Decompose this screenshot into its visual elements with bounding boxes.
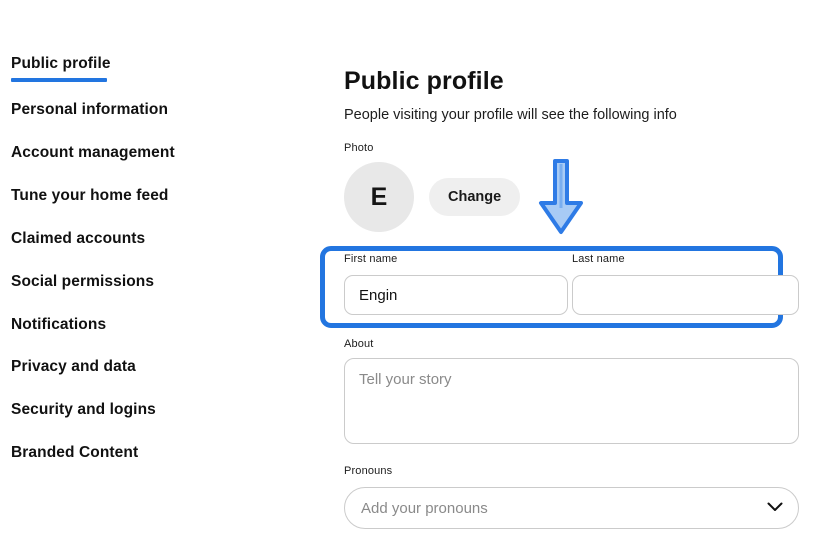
pronouns-select-wrapper: Add your pronouns	[344, 487, 799, 529]
first-name-input[interactable]	[344, 275, 568, 315]
sidebar-item-tune-your-home-feed[interactable]: Tune your home feed	[11, 187, 169, 205]
public-profile-form: Public profile People visiting your prof…	[320, 0, 825, 541]
first-name-label: First name	[344, 253, 398, 265]
sidebar-item-personal-information[interactable]: Personal information	[11, 101, 168, 119]
sidebar-item-social-permissions[interactable]: Social permissions	[11, 273, 154, 291]
sidebar-item-label: Privacy and data	[11, 358, 136, 375]
pronouns-select[interactable]: Add your pronouns	[344, 487, 799, 529]
sidebar-item-label: Social permissions	[11, 273, 155, 290]
sidebar-item-label: Personal information	[11, 101, 169, 118]
pronouns-label: Pronouns	[344, 465, 393, 477]
last-name-input[interactable]	[572, 275, 799, 315]
photo-label: Photo	[344, 142, 374, 154]
about-label: About	[344, 338, 374, 350]
sidebar-item-notifications[interactable]: Notifications	[11, 316, 106, 334]
avatar-initial: E	[370, 182, 388, 211]
down-arrow-annotation-icon	[530, 158, 592, 240]
sidebar-item-label: Tune your home feed	[11, 187, 169, 204]
sidebar-item-public-profile[interactable]: Public profile	[11, 55, 111, 73]
page-subtitle: People visiting your profile will see th…	[344, 106, 677, 123]
sidebar-item-account-management[interactable]: Account management	[11, 144, 175, 162]
sidebar-item-label: Public profile	[11, 55, 111, 72]
sidebar-active-indicator	[11, 78, 107, 82]
change-photo-button[interactable]: Change	[429, 178, 521, 216]
sidebar-item-claimed-accounts[interactable]: Claimed accounts	[11, 230, 145, 248]
avatar[interactable]: E	[344, 162, 414, 232]
sidebar-item-label: Claimed accounts	[11, 230, 146, 247]
sidebar-item-label: Account management	[11, 144, 175, 161]
about-textarea[interactable]	[344, 358, 799, 444]
sidebar-item-security-and-logins[interactable]: Security and logins	[11, 401, 156, 419]
settings-sidebar: Public profile Personal information Acco…	[0, 0, 320, 541]
sidebar-item-branded-content[interactable]: Branded Content	[11, 444, 138, 462]
sidebar-item-label: Security and logins	[11, 401, 156, 418]
last-name-label: Last name	[572, 253, 625, 265]
sidebar-item-label: Notifications	[11, 316, 107, 333]
page-title: Public profile	[344, 66, 504, 95]
sidebar-item-privacy-and-data[interactable]: Privacy and data	[11, 358, 136, 376]
sidebar-item-label: Branded Content	[11, 444, 139, 461]
